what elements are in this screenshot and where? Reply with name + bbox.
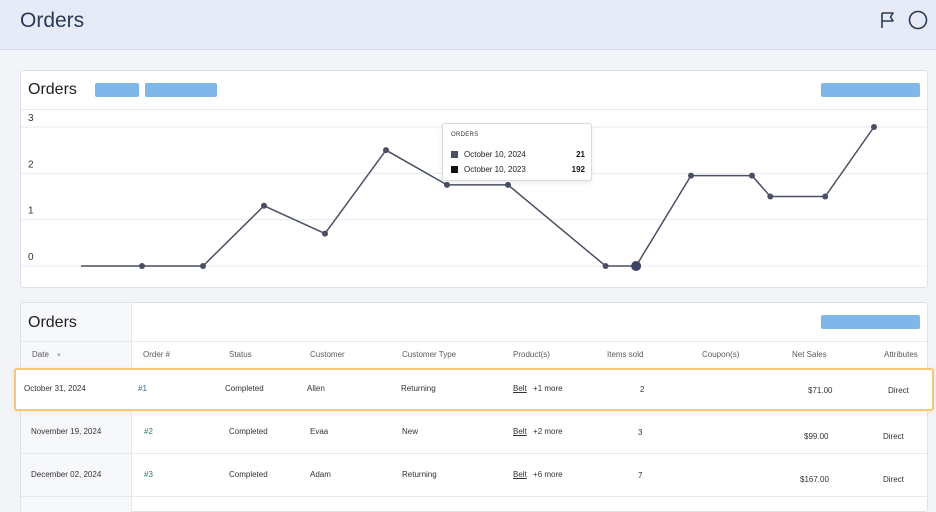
y-tick-label: 1 (28, 206, 34, 217)
cell-items-sold: 3 (638, 428, 643, 437)
more-products-link[interactable]: +2 more (533, 427, 563, 436)
column-header-date[interactable]: Date ▾ (32, 350, 61, 359)
flag-icon[interactable] (878, 10, 898, 30)
tooltip-value: 192 (571, 164, 585, 174)
y-tick-label: 2 (28, 159, 34, 170)
data-point[interactable] (749, 172, 755, 179)
tooltip-row: October 10, 2024 21 (451, 148, 585, 160)
page-title: Orders (20, 9, 85, 32)
cell-net-sales: $71.00 (808, 386, 833, 395)
tooltip-value: 21 (576, 149, 585, 159)
cell-status: Completed (229, 427, 268, 436)
tooltip-swatch (451, 150, 458, 158)
data-point[interactable] (767, 193, 774, 200)
data-point[interactable] (444, 181, 450, 188)
cell-order-link[interactable]: #1 (138, 384, 147, 393)
data-point[interactable] (200, 263, 206, 269)
cell-order-link[interactable]: #2 (144, 427, 153, 436)
cell-customer: Adam (310, 470, 331, 479)
product-link[interactable]: Belt (513, 427, 527, 436)
more-products-link[interactable]: +1 more (533, 384, 563, 393)
data-point[interactable] (602, 263, 609, 269)
compare-pill[interactable] (145, 83, 217, 97)
column-header-customer[interactable]: Customer (310, 350, 345, 359)
chevron-down-icon[interactable]: ▾ (57, 352, 61, 359)
cell-items-sold: 7 (638, 471, 643, 480)
column-header-customer-type[interactable]: Customer Type (402, 350, 456, 359)
data-point[interactable] (688, 172, 694, 179)
cell-attributes: Direct (883, 475, 904, 484)
data-point[interactable] (505, 181, 511, 188)
column-header-net-sales[interactable]: Net Sales (792, 350, 827, 359)
product-link[interactable]: Belt (513, 384, 527, 393)
y-tick-label: 0 (28, 252, 34, 263)
more-products-link[interactable]: +6 more (533, 470, 563, 479)
top-icons (878, 10, 928, 30)
cell-customer: Allen (307, 384, 325, 393)
cell-customer-type: New (402, 427, 419, 436)
cell-order-link[interactable]: #3 (144, 470, 153, 479)
data-point[interactable] (322, 230, 328, 237)
data-point[interactable] (261, 202, 267, 209)
chart-tooltip: ORDERS October 10, 2024 21 October 10, 2… (442, 123, 592, 181)
cell-customer: Evaa (310, 427, 329, 436)
data-point-highlighted[interactable] (631, 261, 642, 271)
tooltip-swatch (451, 165, 458, 173)
data-point[interactable] (139, 263, 145, 269)
cell-products: Belt +1 more (513, 384, 563, 393)
top-bar: Orders (0, 0, 936, 50)
cell-date: October 31, 2024 (24, 384, 86, 393)
cell-customer-type: Returning (402, 470, 437, 479)
cell-attributes: Direct (883, 432, 904, 441)
table-options-pill[interactable] (821, 315, 920, 329)
cell-attributes: Direct (888, 386, 909, 395)
column-header-order[interactable]: Order # (143, 350, 170, 359)
date-range-pill[interactable] (95, 83, 139, 97)
chart-title: Orders (28, 81, 77, 98)
column-header-attributes[interactable]: Attributes (884, 350, 918, 359)
table-header-divider (21, 341, 929, 342)
cell-date: December 02, 2024 (31, 470, 102, 479)
cell-items-sold: 2 (640, 385, 645, 394)
column-header-status[interactable]: Status (229, 350, 252, 359)
cell-status: Completed (225, 384, 264, 393)
tooltip-label: October 10, 2024 (464, 149, 526, 159)
circle-icon[interactable] (908, 10, 928, 30)
row-divider (21, 453, 929, 454)
data-point[interactable] (822, 193, 829, 200)
column-header-coupons[interactable]: Coupon(s) (702, 350, 739, 359)
data-point[interactable] (383, 147, 389, 154)
tooltip-label: October 10, 2023 (464, 164, 526, 174)
cell-net-sales: $167.00 (800, 475, 829, 484)
cell-products: Belt +6 more (513, 470, 563, 479)
table-row-selected[interactable]: October 31, 2024 #1 Completed Allen Retu… (14, 368, 934, 411)
cell-status: Completed (229, 470, 268, 479)
row-divider (21, 496, 929, 497)
tooltip-row: October 10, 2023 192 (451, 163, 585, 175)
chart-options-pill[interactable] (821, 83, 920, 97)
y-tick-label: 3 (28, 113, 34, 124)
cell-products: Belt +2 more (513, 427, 563, 436)
data-point[interactable] (871, 124, 877, 130)
table-title: Orders (28, 314, 77, 331)
column-header-products[interactable]: Product(s) (513, 350, 550, 359)
cell-customer-type: Returning (401, 384, 436, 393)
product-link[interactable]: Belt (513, 470, 527, 479)
column-header-items-sold[interactable]: Items sold (607, 350, 643, 359)
tooltip-title: ORDERS (451, 132, 479, 138)
cell-net-sales: $99.00 (804, 432, 829, 441)
cell-date: November 19, 2024 (31, 427, 102, 436)
